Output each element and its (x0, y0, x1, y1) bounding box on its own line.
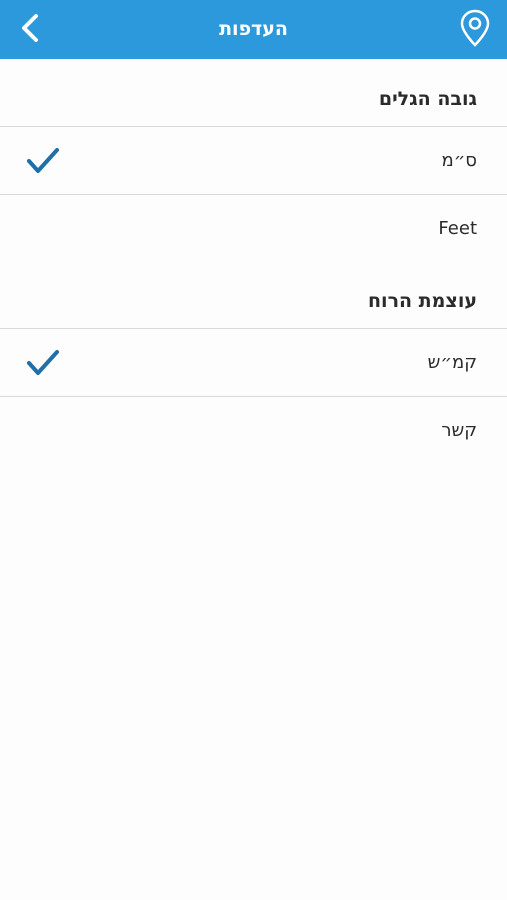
option-row-cm[interactable]: ס״מ (0, 127, 507, 194)
map-pin-icon (460, 9, 490, 47)
page-title: העדפות (219, 18, 288, 40)
option-row-feet[interactable]: Feet (0, 195, 507, 262)
option-row-kmh[interactable]: קמ״ש (0, 329, 507, 396)
top-app-bar: העדפות (0, 0, 507, 59)
section-header-wave-height: גובה הגלים (0, 88, 507, 114)
section-title: גובה הגלים (378, 88, 477, 110)
option-label: ס״מ (441, 150, 477, 171)
section-header-wind-strength: עוצמת הרוח (0, 290, 507, 316)
checkmark-icon (27, 350, 59, 375)
section-title: עוצמת הרוח (368, 290, 477, 312)
option-label: קמ״ש (427, 352, 477, 373)
option-label: קשר (441, 420, 477, 441)
location-button[interactable] (453, 6, 497, 50)
chevron-left-icon (22, 14, 38, 42)
option-label: Feet (438, 218, 477, 239)
back-button[interactable] (8, 6, 52, 50)
checkmark-icon (27, 148, 59, 173)
option-row-knots[interactable]: קשר (0, 397, 507, 464)
